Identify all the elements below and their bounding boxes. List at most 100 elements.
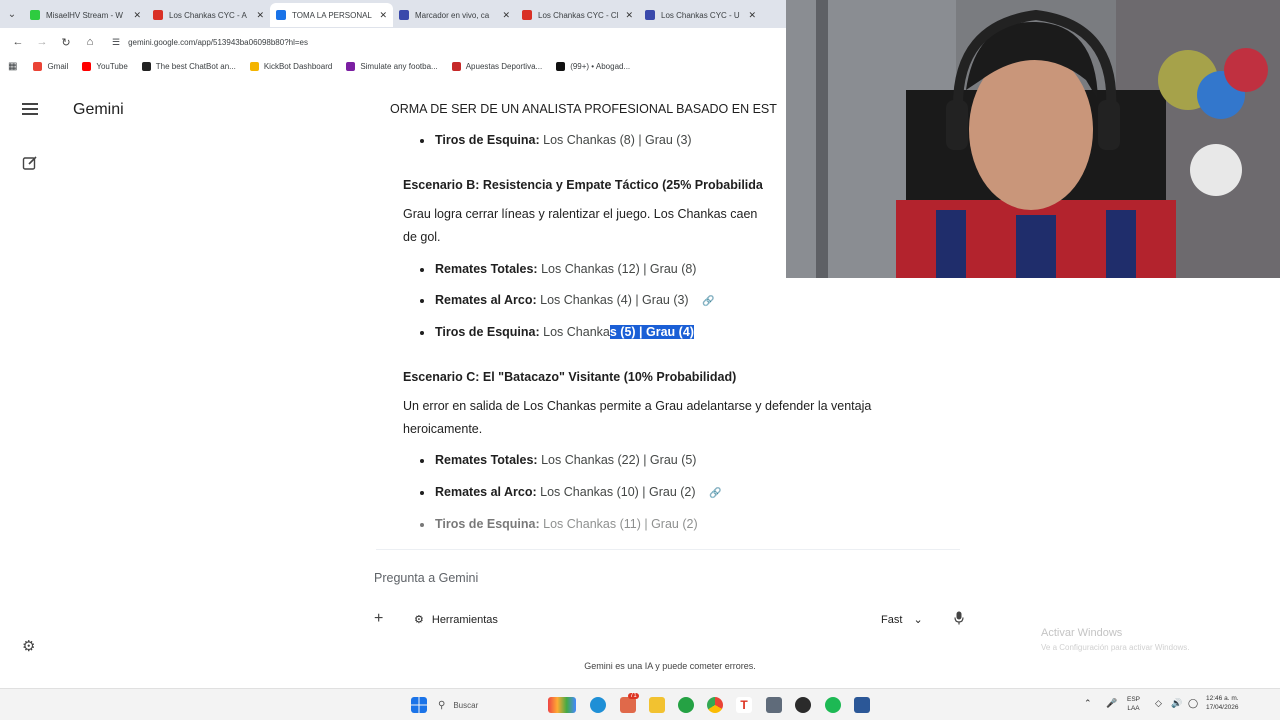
language-indicator[interactable]: ESP LAA	[1127, 695, 1140, 713]
tray-chevron-up-icon[interactable]: ⌃	[1084, 698, 1092, 709]
list-item: Remates al Arco: Los Chankas (4) | Grau …	[420, 293, 715, 307]
bullet-label: Tiros de Esquina:	[435, 133, 540, 147]
home-icon[interactable]: ⌂	[78, 30, 102, 54]
bullet-label: Remates Totales:	[435, 453, 538, 467]
browser-tab[interactable]: MisaelHV Stream - W ✕	[24, 3, 147, 27]
close-tab-icon[interactable]: ✕	[133, 10, 141, 21]
windows-start-icon[interactable]	[411, 697, 427, 713]
file-explorer-icon[interactable]	[649, 697, 665, 713]
tab-title: TOMA LA PERSONAL	[292, 10, 372, 20]
bookmark-item[interactable]: KickBot Dashboard	[249, 61, 333, 71]
taskbar-search[interactable]: ⚲ Buscar	[438, 696, 538, 714]
language-bottom: LAA	[1127, 705, 1140, 712]
bookmark-label: KickBot Dashboard	[263, 61, 333, 71]
browser-tab[interactable]: TOMA LA PERSONAL ✕	[270, 3, 393, 27]
new-chat-icon[interactable]	[22, 155, 38, 171]
search-icon: ⚲	[438, 699, 446, 711]
selected-text[interactable]: s (5) | Grau (4)	[609, 325, 694, 339]
tools-button[interactable]: ⚙ Herramientas	[414, 613, 498, 627]
prompt-input[interactable]: Pregunta a Gemini	[374, 571, 478, 585]
settings-gear-icon[interactable]: ⚙	[22, 639, 38, 655]
menu-icon[interactable]	[22, 103, 38, 117]
bookmark-item[interactable]: The best ChatBot an...	[141, 61, 236, 71]
bullet-value: Los Chankas (8) | Grau (3)	[543, 133, 692, 147]
url-field[interactable]: ☰ gemini.google.com/app/513943ba06098b80…	[112, 37, 308, 48]
bookmark-label: Simulate any footba...	[360, 61, 438, 71]
bookmark-label: (99+) • Abogad...	[570, 61, 631, 71]
divider	[376, 549, 960, 550]
word-icon[interactable]	[854, 697, 870, 713]
bookmark-favicon-icon	[249, 61, 259, 71]
back-arrow-icon[interactable]: ←	[6, 30, 30, 54]
chrome-icon[interactable]	[707, 697, 723, 713]
volume-icon[interactable]: 🔊	[1171, 698, 1182, 709]
bullet-value: Los Chankas (4) | Grau (3)	[540, 293, 689, 307]
scenario-b-text-line-1: Grau logra cerrar líneas y ralentizar el…	[403, 207, 758, 221]
spotify-icon[interactable]	[825, 697, 841, 713]
edge-browser-icon[interactable]	[590, 697, 606, 713]
browser-tab[interactable]: Los Chankas CYC - Cl ✕	[516, 3, 639, 27]
add-file-plus-icon[interactable]: +	[374, 610, 383, 628]
close-tab-icon[interactable]: ✕	[625, 10, 633, 21]
site-info-icon[interactable]: ☰	[112, 37, 120, 48]
browser-tab[interactable]: Marcador en vivo, ca ✕	[393, 3, 516, 27]
prompt-box[interactable]: Pregunta a Gemini + ⚙ Herramientas Fast …	[358, 556, 986, 646]
list-item: Remates al Arco: Los Chankas (10) | Grau…	[420, 485, 722, 499]
close-tab-icon[interactable]: ✕	[748, 10, 756, 21]
calculator-icon[interactable]	[766, 697, 782, 713]
close-tab-icon[interactable]: ✕	[256, 10, 264, 21]
bullet-label: Tiros de Esquina:	[435, 325, 540, 339]
bookmark-label: Gmail	[47, 61, 69, 71]
forward-arrow-icon[interactable]: →	[30, 30, 54, 54]
system-clock[interactable]: 12:46 a. m. 17/04/2026	[1206, 694, 1239, 712]
url-text: gemini.google.com/app/513943ba06098b80?h…	[128, 37, 309, 47]
browser-tab[interactable]: Los Chankas CYC - U ✕	[639, 3, 762, 27]
list-item: Tiros de Esquina: Los Chankas (8) | Grau…	[420, 133, 692, 147]
close-tab-icon[interactable]: ✕	[502, 10, 510, 21]
list-item: Tiros de Esquina: Los Chankas (5) | Grau…	[420, 325, 694, 339]
taskbar: ⚲ Buscar 71 T ⌃ 🎤 ESP LAA ◇ 🔊 ◯ 12:46 a.…	[0, 688, 1280, 720]
tab-favicon-icon	[399, 10, 409, 20]
bookmarks-bar: ▦ Gmail YouTube The best ChatBot an... Kick…	[0, 56, 786, 76]
model-mode-dropdown[interactable]: Fast ⌄	[881, 613, 923, 626]
tools-label: Herramientas	[431, 613, 498, 626]
scenario-b-heading: Escenario B: Resistencia y Empate Táctic…	[403, 178, 763, 192]
list-item: Remates Totales: Los Chankas (22) | Grau…	[419, 453, 696, 467]
microphone-tray-icon[interactable]: 🎤	[1106, 698, 1117, 709]
tab-title: Los Chankas CYC - Cl	[538, 10, 619, 20]
tab-search-chevron-icon[interactable]: ⌄	[0, 0, 24, 28]
browser-address-bar: ← → ↻ ⌂ ☰ gemini.google.com/app/513943ba…	[0, 28, 786, 56]
scenario-b-text-line-2: de gol.	[403, 230, 441, 244]
bookmark-item[interactable]: Apuestas Deportiva...	[451, 61, 542, 71]
whatsapp-icon[interactable]	[678, 697, 694, 713]
link-icon[interactable]: 🔗	[702, 296, 714, 307]
bookmark-item[interactable]: Gmail	[33, 61, 69, 71]
battery-icon[interactable]: ◯	[1188, 698, 1198, 709]
clock-date: 17/04/2026	[1206, 704, 1239, 711]
network-icon[interactable]: ◇	[1155, 698, 1162, 709]
webcam-overlay	[786, 0, 1280, 278]
bookmark-item[interactable]: YouTube	[82, 61, 128, 71]
gemini-sidebar: Gemini ⚙	[0, 77, 380, 688]
chevron-down-icon: ⌄	[913, 614, 923, 626]
browser-tab[interactable]: Los Chankas CYC - A ✕	[147, 3, 270, 27]
microphone-icon[interactable]	[954, 611, 964, 625]
telegram-icon[interactable]	[620, 697, 636, 713]
reload-icon[interactable]: ↻	[54, 30, 78, 54]
bookmark-item[interactable]: Simulate any footba...	[346, 61, 438, 71]
scenario-c-text-line-2: heroicamente.	[403, 422, 483, 436]
widgets-icon[interactable]	[548, 697, 576, 713]
link-icon[interactable]: 🔗	[709, 488, 721, 499]
apps-grid-icon[interactable]: ▦	[8, 61, 17, 72]
clock-time: 12:46 a. m.	[1206, 695, 1239, 702]
obs-icon[interactable]	[795, 697, 811, 713]
close-tab-icon[interactable]: ✕	[379, 10, 387, 21]
bookmark-item[interactable]: (99+) • Abogad...	[556, 61, 631, 71]
text-editor-icon[interactable]: T	[736, 697, 752, 713]
bullet-value: Los Chanka	[543, 325, 610, 339]
chat-title: ORMA DE SER DE UN ANALISTA PROFESIONAL B…	[390, 102, 777, 116]
tab-favicon-icon	[30, 10, 40, 20]
bullet-label: Remates al Arco:	[435, 485, 537, 499]
gemini-brand[interactable]: Gemini	[73, 101, 124, 119]
tab-title: Los Chankas CYC - A	[169, 10, 247, 20]
